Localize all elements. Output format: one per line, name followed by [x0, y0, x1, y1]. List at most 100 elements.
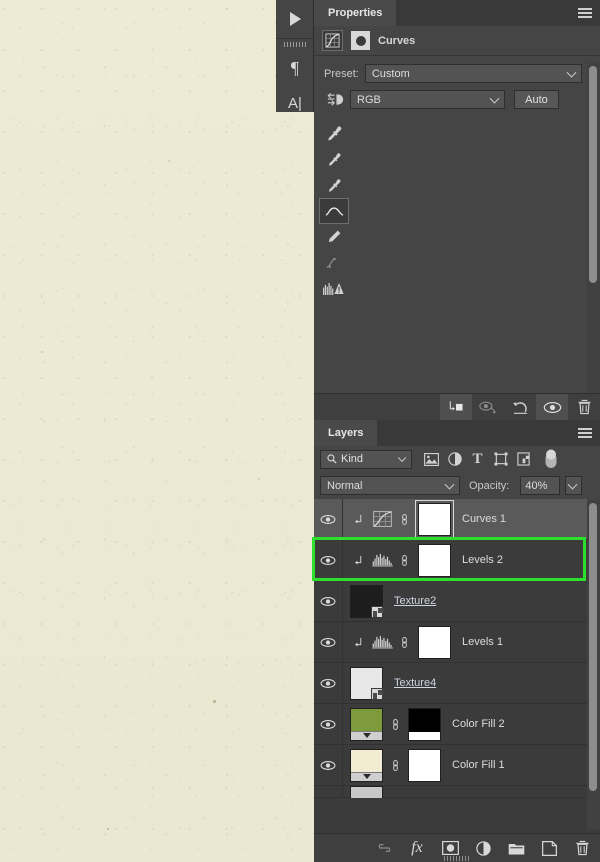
layer-name[interactable]: Texture2 — [394, 595, 436, 607]
layer-visibility-toggle[interactable] — [314, 580, 343, 622]
link-mask-icon[interactable] — [396, 636, 412, 649]
pencil-draw-curve-tool[interactable] — [319, 224, 349, 250]
layer-mask-thumbnail[interactable] — [408, 707, 441, 741]
layer-name[interactable]: Levels 2 — [462, 554, 503, 566]
opacity-field[interactable]: 40% — [520, 476, 561, 495]
panel-menu-icon[interactable] — [578, 8, 592, 19]
layers-tabbar: Layers — [314, 420, 600, 446]
chevron-down-icon — [444, 479, 455, 490]
table-row[interactable]: Curves 1 — [314, 499, 600, 540]
layer-visibility-toggle[interactable] — [314, 539, 343, 581]
layer-name[interactable]: Curves 1 — [462, 513, 506, 525]
dock-grip[interactable] — [276, 39, 313, 49]
paragraph-pilcrow-icon: ¶ — [290, 57, 300, 78]
reset-adjustment-button[interactable] — [504, 394, 536, 420]
layer-visibility-toggle[interactable] — [314, 744, 343, 786]
layer-name[interactable]: Levels 1 — [462, 636, 503, 648]
layer-filter-kind-select[interactable]: Kind — [320, 449, 412, 469]
layer-mask-thumbnail[interactable] — [408, 748, 441, 782]
layer-name[interactable]: Color Fill 1 — [452, 759, 505, 771]
layer-mask-thumbnail[interactable] — [418, 543, 451, 577]
table-row[interactable]: Levels 1 — [314, 621, 600, 663]
table-row[interactable]: Levels 2 — [314, 539, 600, 581]
preset-label: Preset: — [324, 67, 359, 80]
layer-mask-icon[interactable] — [351, 31, 370, 50]
sample-in-image-eyedropper[interactable] — [319, 120, 349, 146]
layer-list[interactable]: Curves 1 Levels 2 Texture2 Levels 1 Text… — [314, 499, 600, 829]
filter-shape-layers[interactable] — [489, 448, 512, 470]
table-row[interactable]: Color Fill 2 — [314, 703, 600, 745]
layer-name[interactable]: Color Fill 2 — [452, 718, 505, 730]
channel-select[interactable]: RGB — [350, 90, 505, 109]
histogram-warning-icon[interactable] — [319, 276, 349, 302]
preset-select[interactable]: Custom — [364, 64, 582, 83]
delete-layer-button[interactable] — [572, 838, 592, 858]
toggle-layer-visibility-button[interactable] — [536, 394, 568, 420]
paper-speck — [213, 700, 216, 703]
layer-thumbnail[interactable] — [350, 666, 383, 700]
blend-mode-select[interactable]: Normal — [320, 476, 460, 495]
white-point-eyedropper[interactable] — [319, 172, 349, 198]
character-panel-button[interactable]: A| — [276, 87, 314, 119]
opacity-stepper[interactable] — [565, 476, 583, 495]
add-layer-mask-button[interactable] — [440, 838, 460, 858]
layer-name[interactable]: Texture4 — [394, 677, 436, 689]
new-adjustment-layer-button[interactable] — [473, 838, 493, 858]
solid-color-thumbnail[interactable] — [350, 707, 383, 741]
properties-header: Curves — [314, 26, 600, 56]
channel-presets-icon[interactable] — [324, 91, 346, 109]
filter-enable-toggle[interactable] — [539, 448, 562, 470]
curves-adjustment-icon[interactable] — [322, 30, 343, 51]
layer-visibility-toggle[interactable] — [314, 703, 343, 745]
layer-visibility-toggle[interactable] — [314, 662, 343, 704]
clipping-mask-icon — [350, 555, 366, 566]
table-row[interactable]: Texture4 — [314, 662, 600, 704]
channel-value: RGB — [357, 93, 381, 106]
layer-visibility-toggle[interactable] — [314, 621, 343, 663]
actions-play-button[interactable] — [276, 0, 314, 38]
auto-button[interactable]: Auto — [514, 90, 559, 109]
paper-speck — [168, 160, 170, 162]
filter-smart-objects[interactable] — [512, 448, 535, 470]
delete-adjustment-layer-button[interactable] — [568, 394, 600, 420]
black-point-eyedropper[interactable] — [319, 146, 349, 172]
table-row[interactable]: Texture2 — [314, 580, 600, 622]
link-layers-button[interactable] — [374, 838, 394, 858]
view-previous-state-button[interactable] — [472, 394, 504, 420]
clip-to-layer-button[interactable] — [440, 394, 472, 420]
smooth-curve-tool[interactable] — [319, 250, 349, 276]
layer-visibility-toggle[interactable] — [314, 499, 343, 540]
filter-adjustment-layers[interactable] — [443, 448, 466, 470]
layer-thumbnail[interactable] — [350, 584, 383, 618]
clipping-mask-icon — [350, 514, 366, 525]
table-row[interactable]: Color Fill 1 — [314, 744, 600, 786]
document-canvas[interactable] — [0, 0, 314, 862]
filter-type-layers[interactable]: T — [466, 448, 489, 470]
table-row[interactable] — [314, 785, 600, 798]
tab-properties[interactable]: Properties — [314, 0, 397, 26]
link-mask-icon[interactable] — [396, 513, 412, 526]
opacity-value: 40% — [525, 479, 548, 492]
layer-filter-row: Kind T — [314, 446, 600, 472]
tab-layers[interactable]: Layers — [314, 420, 378, 446]
layer-visibility-toggle[interactable] — [314, 785, 343, 798]
curve-point-tool[interactable] — [319, 198, 349, 224]
new-group-button[interactable] — [506, 838, 526, 858]
layer-mask-thumbnail[interactable] — [415, 499, 454, 539]
paragraph-panel-button[interactable]: ¶ — [276, 49, 314, 87]
panel-resize-grip[interactable] — [444, 856, 470, 861]
link-mask-icon[interactable] — [387, 718, 403, 731]
properties-scrollbar-thumb[interactable] — [589, 66, 597, 283]
panel-menu-icon[interactable] — [578, 428, 592, 439]
link-mask-icon[interactable] — [396, 554, 412, 567]
link-mask-icon[interactable] — [387, 759, 403, 772]
layer-style-button[interactable]: fx — [407, 838, 427, 858]
chevron-down-icon — [489, 93, 500, 104]
levels-icon — [370, 630, 394, 654]
solid-color-thumbnail[interactable] — [350, 748, 383, 782]
solid-color-thumbnail[interactable] — [350, 785, 383, 798]
layers-scrollbar-thumb[interactable] — [589, 503, 597, 791]
layer-mask-thumbnail[interactable] — [418, 625, 451, 659]
new-layer-button[interactable] — [539, 838, 559, 858]
filter-pixel-layers[interactable] — [420, 448, 443, 470]
